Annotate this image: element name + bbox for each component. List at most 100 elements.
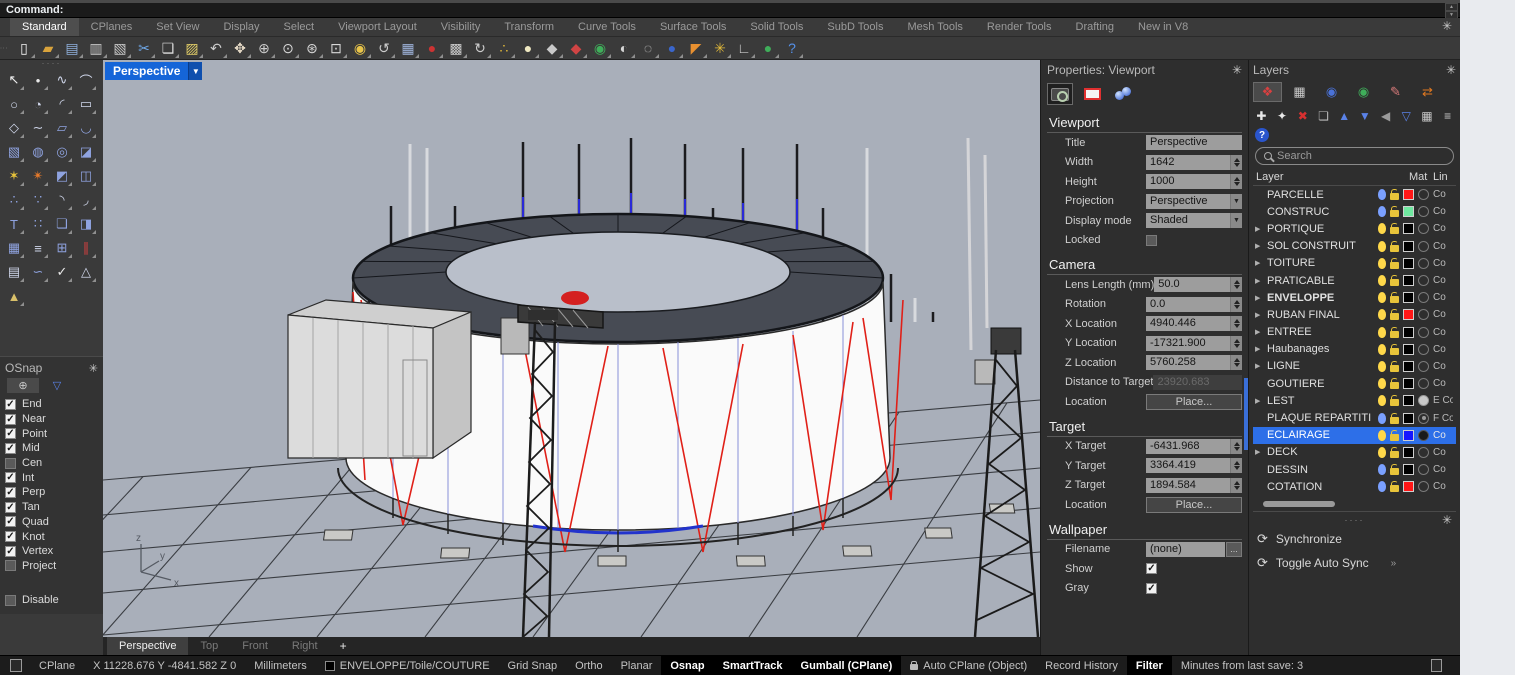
rectangle-icon[interactable]: ▭: [74, 92, 98, 116]
layer-linetype[interactable]: Co: [1433, 241, 1453, 252]
layer-visibility-bulb-icon[interactable]: [1378, 464, 1386, 475]
toolbar-tab-drafting[interactable]: Drafting: [1064, 18, 1127, 36]
stepper-down-icon[interactable]: [1234, 305, 1240, 309]
new-sublayer-icon[interactable]: ✦: [1274, 108, 1291, 125]
toolbar-tab-surface-tools[interactable]: Surface Tools: [648, 18, 738, 36]
toolbar-tab-visibility[interactable]: Visibility: [429, 18, 493, 36]
stepper-up-icon[interactable]: [1234, 358, 1240, 362]
properties-tab-render[interactable]: [1111, 83, 1137, 105]
layer-visibility-bulb-icon[interactable]: [1378, 430, 1386, 441]
layers-footer-gear-icon[interactable]: ✳: [1442, 513, 1452, 527]
stepper-down-icon[interactable]: [1234, 324, 1240, 328]
zoom-window-icon[interactable]: ⊡: [324, 37, 348, 59]
layer-color-swatch[interactable]: [1403, 292, 1414, 303]
chevron-right-icon[interactable]: »: [1391, 558, 1397, 569]
check-icon[interactable]: ✓: [50, 260, 74, 284]
cone-icon[interactable]: ▲: [2, 284, 26, 308]
expand-arrow-icon[interactable]: ▶: [1255, 277, 1263, 285]
layer-linetype[interactable]: Co: [1433, 327, 1453, 338]
viewport-tab-front[interactable]: Front: [230, 637, 280, 655]
command-history-scrollbar[interactable]: ▲ ▼: [1445, 3, 1458, 18]
layers-tab-named-views[interactable]: ◉: [1317, 82, 1346, 102]
curved-surface-icon[interactable]: ◡: [74, 116, 98, 140]
layer-linetype[interactable]: Co: [1433, 447, 1453, 458]
checkbox-locked[interactable]: [1146, 235, 1157, 246]
filter-icon[interactable]: ▽: [1398, 108, 1415, 125]
layer-visibility-bulb-icon[interactable]: [1378, 481, 1386, 492]
grid-array-icon[interactable]: ⊞: [50, 236, 74, 260]
layer-lock-icon[interactable]: [1390, 210, 1399, 217]
rotate-camera-icon[interactable]: ↻: [468, 37, 492, 59]
osnap-row-disable[interactable]: Disable: [5, 593, 59, 608]
stepper-up-icon[interactable]: [1234, 177, 1240, 181]
status-grid-snap[interactable]: Grid Snap: [499, 656, 567, 675]
layer-menu-icon[interactable]: ≡: [1439, 108, 1456, 125]
expand-arrow-icon[interactable]: ▶: [1255, 294, 1263, 302]
osnap-row-end[interactable]: ✓End: [5, 397, 98, 412]
checkbox-cen[interactable]: [5, 458, 16, 469]
layers-help-icon[interactable]: ?: [1255, 128, 1269, 142]
move-down-icon[interactable]: ▼: [1357, 108, 1374, 125]
layer-color-swatch[interactable]: [1403, 430, 1414, 441]
layer-material-icon[interactable]: [1418, 327, 1429, 338]
status-smarttrack[interactable]: SmartTrack: [714, 656, 792, 675]
osnap-row-point[interactable]: ✓Point: [5, 426, 98, 441]
trim-icon[interactable]: ◩: [50, 164, 74, 188]
stepper-height[interactable]: [1230, 174, 1242, 189]
surface-from-points-icon[interactable]: ▱: [50, 116, 74, 140]
help-icon[interactable]: ?: [780, 37, 804, 59]
expand-arrow-icon[interactable]: ▶: [1255, 448, 1263, 456]
status-ortho[interactable]: Ortho: [566, 656, 612, 675]
status-cplane[interactable]: CPlane: [30, 656, 84, 675]
osnap-row-cen[interactable]: Cen: [5, 456, 98, 471]
layer-visibility-bulb-icon[interactable]: [1378, 258, 1386, 269]
split-icon[interactable]: ◫: [74, 164, 98, 188]
dropdown-caret-icon[interactable]: ▼: [1230, 194, 1242, 209]
layer-linetype[interactable]: Co: [1433, 430, 1453, 441]
paste-icon[interactable]: ▨: [180, 37, 204, 59]
osnap-gear-icon[interactable]: ✳: [89, 362, 98, 375]
bend-icon[interactable]: ∽: [26, 260, 50, 284]
stepper-width[interactable]: [1230, 155, 1242, 170]
layer-color-swatch[interactable]: [1403, 464, 1414, 475]
render-icon[interactable]: ●: [420, 37, 444, 59]
stepper-up-icon[interactable]: [1234, 280, 1240, 284]
stepper-down-icon[interactable]: [1234, 344, 1240, 348]
layer-lock-icon[interactable]: [1390, 331, 1399, 338]
polygon-icon[interactable]: ◇: [2, 116, 26, 140]
field-filename[interactable]: (none): [1146, 542, 1225, 557]
layer-lock-icon[interactable]: [1390, 227, 1399, 234]
toolbar-tab-subd-tools[interactable]: SubD Tools: [815, 18, 895, 36]
osnap-tab-filter[interactable]: ▽: [41, 378, 73, 393]
expand-arrow-icon[interactable]: ▶: [1255, 311, 1263, 319]
layer-linetype[interactable]: Co: [1433, 481, 1453, 492]
layer-row-haubanages[interactable]: ▶HaubanagesCo: [1253, 341, 1456, 358]
layer-row-eclairage[interactable]: ECLAIRAGECo: [1253, 427, 1456, 444]
status-planar[interactable]: Planar: [612, 656, 662, 675]
layer-lock-icon[interactable]: [1390, 365, 1399, 372]
viewport-title-button[interactable]: Perspective: [105, 62, 188, 80]
layer-visibility-bulb-icon[interactable]: [1378, 361, 1386, 372]
viewport-title-dropdown[interactable]: ▼: [188, 62, 202, 80]
status-enveloppe-toile-couture[interactable]: ENVELOPPE/Toile/COUTURE: [316, 656, 499, 675]
stepper-y-target[interactable]: [1230, 458, 1242, 473]
layer-visibility-bulb-icon[interactable]: [1378, 309, 1386, 320]
stepper-down-icon[interactable]: [1234, 363, 1240, 367]
expand-arrow-icon[interactable]: ▶: [1255, 328, 1263, 336]
checkbox-knot[interactable]: ✓: [5, 531, 16, 542]
status-pane-icon[interactable]: [10, 659, 22, 672]
layer-lock-icon[interactable]: [1390, 451, 1399, 458]
sphere-icon[interactable]: ◍: [26, 140, 50, 164]
toolbar-tab-curve-tools[interactable]: Curve Tools: [566, 18, 648, 36]
layer-visibility-bulb-icon[interactable]: [1378, 413, 1386, 424]
status-gumball-cplane[interactable]: Gumball (CPlane): [792, 656, 902, 675]
layer-color-swatch[interactable]: [1403, 258, 1414, 269]
expand-arrow-icon[interactable]: ▶: [1255, 397, 1263, 405]
field-y-target[interactable]: 3364.419: [1146, 458, 1230, 473]
layer-material-icon[interactable]: [1418, 258, 1429, 269]
layer-lock-icon[interactable]: [1390, 468, 1399, 475]
status-panel-toggle-icon[interactable]: [1431, 659, 1442, 672]
layer-visibility-bulb-icon[interactable]: [1378, 395, 1386, 406]
layers-tab-colors[interactable]: ◉: [1349, 82, 1378, 102]
status-minutes-from-last-save-3[interactable]: Minutes from last save: 3: [1172, 656, 1312, 675]
